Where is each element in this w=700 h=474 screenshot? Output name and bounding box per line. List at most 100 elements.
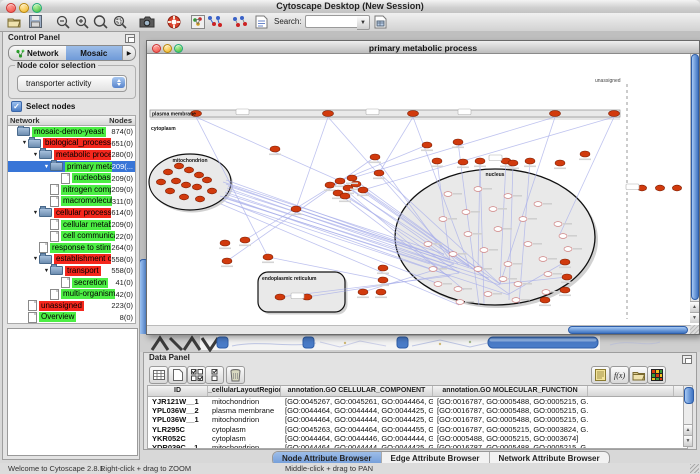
statusbar-resize-grip[interactable]	[690, 464, 699, 473]
tree-row[interactable]: ▼cellular process614(0)	[8, 207, 135, 219]
vizmapper-button[interactable]	[189, 14, 206, 29]
heatmap-button[interactable]	[647, 366, 666, 384]
tree-row[interactable]: ▼primary metabo209(...	[8, 161, 135, 173]
window-resize-grip[interactable]	[690, 325, 699, 334]
table-column-header[interactable]: ID	[148, 386, 208, 396]
tree-row-label: cellular metabo	[61, 220, 111, 230]
network-window-titlebar[interactable]: primary metabolic process	[147, 41, 699, 54]
float-data-panel-icon[interactable]	[682, 355, 692, 364]
select-attributes-button[interactable]	[187, 366, 206, 384]
table-cell: mitochondrion	[208, 415, 281, 424]
help-button[interactable]	[165, 14, 182, 29]
zoom-region-button[interactable]	[92, 14, 109, 29]
table-row[interactable]: YPL036W__2plasma membrane[GO:0044464, GO…	[148, 406, 687, 415]
tree-row[interactable]: nucleobase-209(0)	[8, 172, 135, 184]
tree-row[interactable]: ▼metabolic process280(0)	[8, 149, 135, 161]
tree-row-node-count: 41(0)	[115, 278, 135, 287]
table-column-header[interactable]: _cellularLayoutRegion	[208, 386, 281, 396]
search-dropdown-arrow[interactable]: ▼	[357, 15, 370, 30]
table-row[interactable]: YJR121W__1mitochondrion[GO:0045267, GO:0…	[148, 397, 687, 406]
formula-button[interactable]: f(x)	[610, 366, 629, 384]
tree-row[interactable]: Overview 8(0)	[8, 312, 135, 324]
table-cell: cytoplasm	[208, 425, 281, 434]
table-scroll-up-arrow[interactable]: ▲	[684, 424, 692, 435]
file-icon	[61, 277, 70, 288]
file-icon	[50, 219, 59, 230]
color-attribute-dropdown[interactable]: transporter activity	[17, 75, 127, 92]
tree-row[interactable]: cell communicat22(0)	[8, 230, 135, 242]
zoom-out-button[interactable]	[54, 14, 71, 29]
tab-mosaic[interactable]: Mosaic	[66, 46, 123, 60]
tree-expander-icon[interactable]: ▼	[32, 210, 39, 216]
import-attributes-button[interactable]	[629, 366, 648, 384]
tree-row[interactable]: cellular metabo209(0)	[8, 219, 135, 231]
snapshot-button[interactable]	[138, 14, 155, 29]
tree-row[interactable]: ▼establishment of lo558(0)	[8, 254, 135, 266]
tree-expander-icon[interactable]: ▼	[43, 164, 50, 170]
table-cell	[588, 425, 674, 434]
tree-expander-icon[interactable]: ▼	[32, 256, 39, 262]
table-column-header[interactable]: annotation.GO CELLULAR_COMPONENT	[281, 386, 433, 396]
birdseye-view[interactable]	[7, 328, 138, 456]
tree-row[interactable]: response to stimulu264(0)	[8, 242, 135, 254]
control-panel-title: Control Panel	[8, 33, 60, 42]
tree-row[interactable]: macromolecule311(0)	[8, 196, 135, 208]
layout-button-1[interactable]	[206, 14, 223, 29]
delete-attribute-button[interactable]	[226, 366, 245, 384]
float-panel-icon[interactable]	[125, 34, 135, 43]
zoom-selected-button[interactable]	[111, 14, 128, 29]
tree-row[interactable]: ▼biological_process651(0)	[8, 138, 135, 150]
attribute-table[interactable]: ID_cellularLayoutRegionannotation.GO CEL…	[147, 385, 688, 449]
table-vertical-scrollbar[interactable]: ▲ ▼	[683, 385, 693, 447]
table-row[interactable]: YPL036W__1mitochondrion[GO:0044464, GO:0…	[148, 415, 687, 424]
report-button[interactable]	[591, 366, 610, 384]
table-scroll-thumb[interactable]	[684, 387, 694, 404]
scroll-up-arrow[interactable]: ▲	[690, 301, 699, 312]
tree-row-node-count: 8(0)	[120, 313, 135, 322]
mac-titlebar[interactable]: Cytoscape Desktop (New Session)	[0, 0, 700, 14]
network-view-window[interactable]: primary metabolic process unassignedplas…	[146, 40, 700, 335]
scroll-down-arrow[interactable]: ▼	[690, 312, 699, 323]
tree-row[interactable]: ▼transport558(0)	[8, 265, 135, 277]
tree-row[interactable]: nitrogen compo209(0)	[8, 184, 135, 196]
canvas-vertical-scrollbar[interactable]: ▲ ▼	[690, 54, 699, 323]
table-row[interactable]: YKR052Ccytoplasm[GO:0044464, GO:0044446,…	[148, 434, 687, 443]
canvas-horizontal-scrollbar[interactable]	[147, 325, 690, 334]
tree-row[interactable]: multi-organism pro42(0)	[8, 288, 135, 300]
tree-expander-icon[interactable]: ▼	[21, 140, 28, 146]
tab-network[interactable]: Network	[9, 46, 66, 60]
tree-row[interactable]: mosaic-demo-yeast874(0)	[8, 126, 135, 138]
network-canvas[interactable]: unassignedplasma membranecytoplasmmitoch…	[148, 54, 689, 323]
search-input[interactable]	[305, 15, 359, 28]
tree-expander-icon[interactable]: ▼	[32, 152, 39, 158]
tree-row-node-count: 223(0)	[111, 301, 135, 310]
tree-row-node-count: 264(0)	[111, 243, 135, 252]
table-column-header[interactable]: annotation.GO MOLECULAR_FUNCTION	[433, 386, 588, 396]
select-nodes-checkbox[interactable]: ✓	[11, 101, 22, 112]
vertical-scroll-thumb[interactable]	[691, 54, 699, 300]
tree-expander-icon[interactable]: ▼	[43, 268, 50, 274]
open-session-button[interactable]	[6, 14, 23, 29]
table-column-header[interactable]	[588, 386, 674, 396]
table-cell: YPL036W__1	[148, 415, 208, 424]
layout-button-2[interactable]	[231, 14, 248, 29]
attribute-grid-button[interactable]	[149, 366, 168, 384]
unselect-attributes-button[interactable]	[205, 366, 224, 384]
zoom-in-button[interactable]	[73, 14, 90, 29]
tree-row[interactable]: unassigned223(0)	[8, 300, 135, 312]
tree-row-label: cell communicat	[61, 231, 115, 241]
tree-row-node-count: 22(0)	[115, 232, 135, 241]
table-scroll-down-arrow[interactable]: ▼	[684, 435, 692, 446]
table-row[interactable]: YDR039C__1mitochondrion[GO:0044464, GO:0…	[148, 443, 687, 449]
new-attribute-button[interactable]	[168, 366, 187, 384]
tab-overflow-arrow[interactable]: ▶	[122, 46, 135, 60]
tab-network-label: Network	[27, 49, 59, 58]
annotation-button[interactable]	[253, 14, 270, 29]
table-row[interactable]: YLR295Ccytoplasm[GO:0045263, GO:0044464,…	[148, 425, 687, 434]
horizontal-scroll-thumb[interactable]	[568, 326, 688, 334]
save-session-button[interactable]	[27, 14, 44, 29]
search-options-button[interactable]	[372, 14, 389, 29]
tree-row-label: Overview	[39, 312, 76, 322]
tree-row[interactable]: secretion41(0)	[8, 277, 135, 289]
main-toolbar: Search: ▼	[0, 13, 700, 32]
